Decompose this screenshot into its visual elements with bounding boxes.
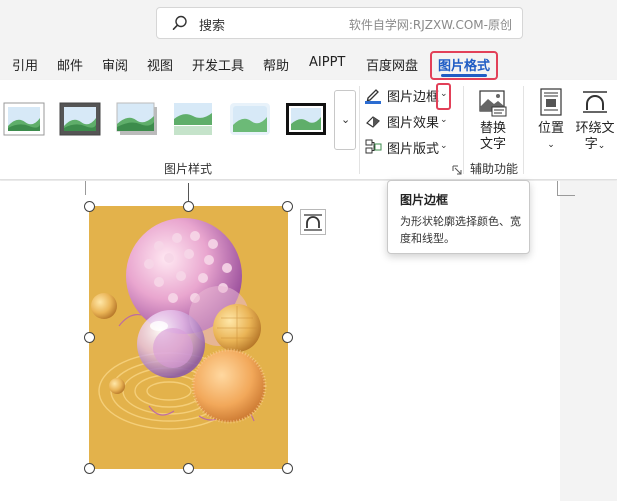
picture-layout-label: 图片版式 [387,142,440,157]
margin-marker [85,181,86,195]
selected-picture[interactable] [89,206,288,469]
effects-icon [366,116,380,128]
tab-mailings[interactable]: 邮件 [57,55,83,74]
picture-border-tooltip: 图片边框 为形状轮廓选择颜色、宽度和线型。 [387,180,530,254]
chevron-down-icon: ⌄ [597,141,606,151]
picture-effects-label: 图片效果 [387,116,440,131]
resize-handle-bottom-left[interactable] [84,463,95,474]
wrap-text-label-line2: 字⌄ [584,137,606,152]
picture-border-label: 图片边框 [387,90,440,105]
position-label: 位置 [537,121,564,136]
picture-style-soft-edge[interactable] [229,102,271,136]
more-glyph: ⌄ [341,113,351,126]
margin-marker [557,195,575,196]
picture-styles-more-button[interactable]: ⌄ [334,90,356,150]
picture-style-shadow-rectangle[interactable] [116,102,158,136]
position-button[interactable]: 位置 ⌄ [533,86,569,156]
alt-text-label-line1: 替换 [479,121,506,136]
wrap-text-icon [583,91,607,113]
resize-handle-top-left[interactable] [84,201,95,212]
tooltip-title: 图片边框 [400,193,449,207]
chevron-down-icon: ⌄ [440,115,448,125]
group-separator [523,86,524,174]
picture-layout-button[interactable]: 图片版式 ⌄ [364,136,454,158]
alt-text-button[interactable]: 替换 文字 [470,86,516,152]
wrap-text-label-line1: 环绕文 [575,121,615,136]
picture-style-simple-frame[interactable] [3,102,45,136]
tab-review[interactable]: 审阅 [102,55,128,74]
pen-border-icon [365,89,381,104]
picture-style-thick-matte[interactable] [59,102,101,136]
margin-marker [557,181,558,195]
tab-developer[interactable]: 开发工具 [192,55,244,74]
title-bar: 搜索 软件自学网:RJZXW.COM-原创 [0,0,617,46]
dialog-launcher-icon[interactable] [452,165,462,175]
position-icon [540,88,562,116]
picture-effects-button[interactable]: 图片效果 ⌄ [364,110,454,132]
resize-handle-left[interactable] [84,332,95,343]
tab-help[interactable]: 帮助 [263,55,289,74]
layout-options-button[interactable] [300,209,326,235]
chevron-down-icon: ⌄ [440,141,448,151]
resize-handle-bottom[interactable] [183,463,194,474]
alt-text-icon [479,90,507,117]
wrap-text-icon [304,214,322,231]
tab-aippt[interactable]: AIPPT [309,55,345,70]
resize-handle-right[interactable] [282,332,293,343]
tab-baidu-netdisk[interactable]: 百度网盘 [366,55,418,74]
picture-style-reflected[interactable] [172,102,214,136]
tab-view[interactable]: 视图 [147,55,173,74]
search-box[interactable]: 搜索 软件自学网:RJZXW.COM-原创 [156,7,523,39]
tooltip-description: 为形状轮廓选择颜色、宽度和线型。 [400,215,521,245]
accessibility-group-label: 辅助功能 [470,162,519,176]
ribbon-panel: ⌄ 图片样式 图片边框 ⌄ 图片效果 ⌄ 图片版式 ⌄ 替换 文字 辅助功能 位… [0,80,617,180]
search-label: 搜索 [199,19,226,34]
watermark-text: 软件自学网:RJZXW.COM-原创 [348,18,512,32]
alt-text-label-line2: 文字 [479,137,506,152]
search-icon [172,15,187,30]
resize-handle-top-right[interactable] [282,201,293,212]
group-separator [463,86,464,174]
active-tab-underline [441,74,487,77]
picture-style-black-frame[interactable] [285,102,327,136]
ribbon-tabs: 引用 邮件 审阅 视图 开发工具 帮助 AIPPT 百度网盘 图片格式 [0,46,617,80]
border-dropdown-highlight [436,83,451,110]
resize-handle-top[interactable] [183,201,194,212]
wrap-text-button[interactable]: 环绕文 字⌄ [573,86,617,156]
tab-references[interactable]: 引用 [12,55,38,74]
chevron-down-icon: ⌄ [547,140,555,150]
picture-styles-group-label: 图片样式 [164,162,213,176]
resize-handle-bottom-right[interactable] [282,463,293,474]
layout-icon [365,139,382,154]
group-separator [359,86,360,174]
